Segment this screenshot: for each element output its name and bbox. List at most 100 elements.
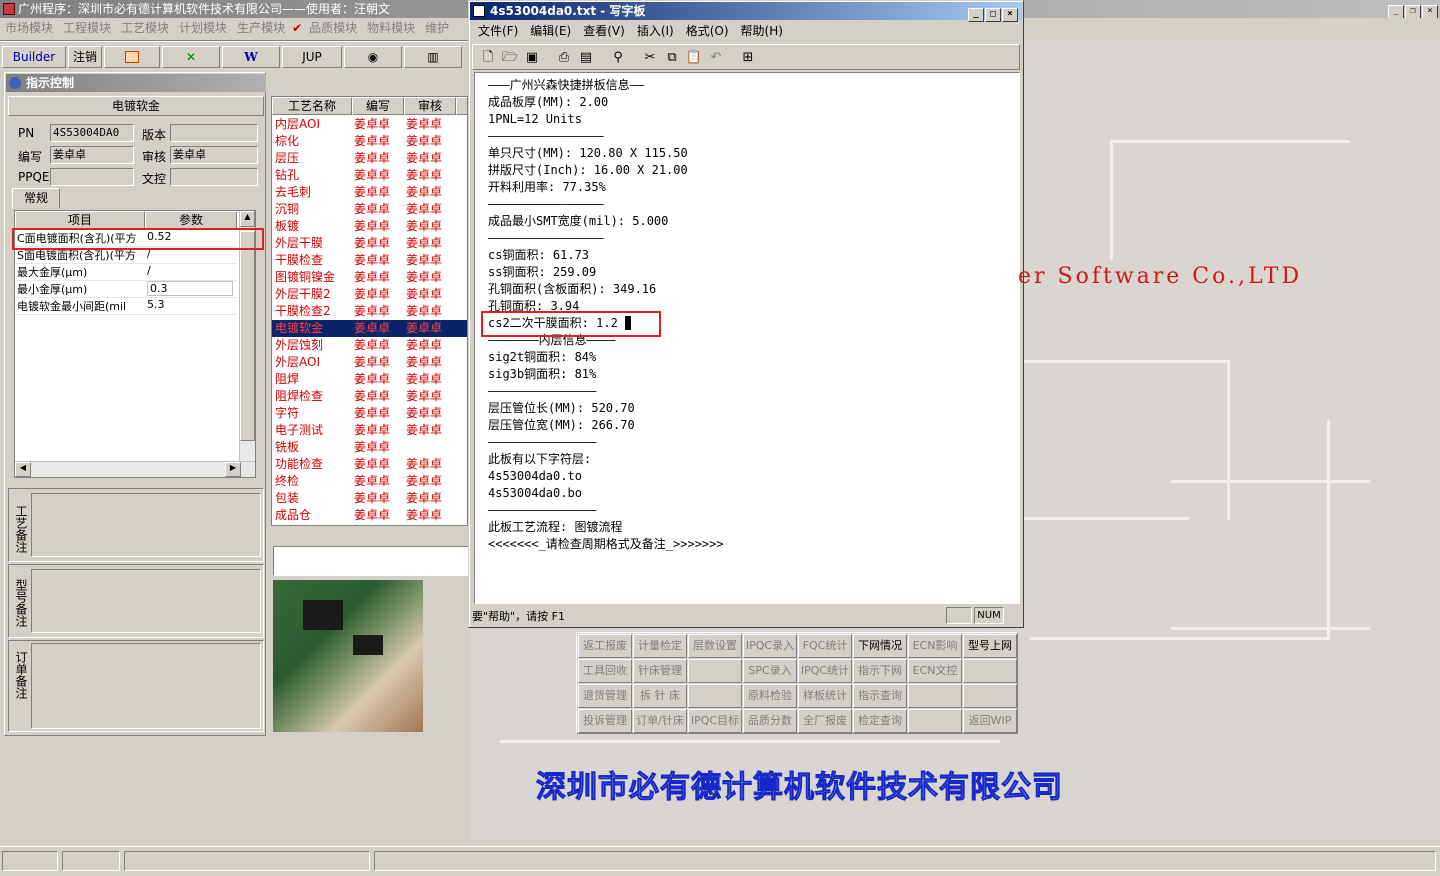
grid-hscrollbar[interactable]: ◀ ▶ [15, 461, 255, 477]
process-row[interactable]: 板镀 姜卓卓 姜卓卓 [272, 218, 467, 235]
cut-icon[interactable]: ✂ [639, 47, 661, 69]
grid-function-button[interactable]: 返回WIP [963, 709, 1017, 733]
grid-function-button[interactable]: 工具回收 [578, 659, 632, 683]
grid-row[interactable]: 最小金厚(μm) 0.3 [15, 281, 237, 298]
process-row[interactable]: 外层干膜2 姜卓卓 姜卓卓 [272, 286, 467, 303]
process-row[interactable]: 内层AOI 姜卓卓 姜卓卓 [272, 116, 467, 133]
doc-control-field[interactable] [170, 168, 258, 186]
grid-function-button[interactable]: 层数设置 [688, 634, 742, 658]
grid-function-button[interactable]: 指示查询 [853, 684, 907, 708]
col-header-process[interactable]: 工艺名称 [272, 97, 352, 115]
process-row[interactable]: 钻孔 姜卓卓 姜卓卓 [272, 167, 467, 184]
grid-row[interactable]: 电镀软金最小间距(mil 5.3 [15, 298, 237, 315]
restore-button[interactable]: ❐ [1405, 5, 1421, 19]
close-button[interactable]: × [1422, 5, 1438, 19]
wp-maximize-button[interactable]: □ [985, 8, 1001, 22]
grid-param-input[interactable]: 0.3 [147, 281, 233, 296]
wp-menu-insert[interactable]: 插入(I) [631, 22, 680, 40]
grid-function-button[interactable]: 指示下网 [853, 659, 907, 683]
insert-object-icon[interactable]: ⊞ [737, 47, 759, 69]
process-row[interactable]: 终检 姜卓卓 姜卓卓 [272, 473, 467, 490]
order-note-field[interactable] [31, 643, 261, 729]
process-row[interactable]: 外层AOI 姜卓卓 姜卓卓 [272, 354, 467, 371]
author-field[interactable]: 姜卓卓 [50, 146, 134, 164]
grid-header-item[interactable]: 项目 [15, 211, 145, 229]
tab-general[interactable]: 常规 [12, 188, 60, 208]
wp-menu-view[interactable]: 查看(V) [577, 22, 631, 40]
process-row[interactable]: 阻焊 姜卓卓 姜卓卓 [272, 371, 467, 388]
process-row[interactable]: 去毛刺 姜卓卓 姜卓卓 [272, 184, 467, 201]
col-header-author[interactable]: 编写 [352, 97, 404, 115]
menu-production[interactable]: 生产模块 [232, 18, 290, 38]
process-row[interactable]: 图镀铜镍金 姜卓卓 姜卓卓 [272, 269, 467, 286]
paste-icon[interactable]: 📋 [683, 47, 705, 69]
wp-menu-help[interactable]: 帮助(H) [735, 22, 789, 40]
pn-field[interactable]: 4S53004DA0 [50, 124, 134, 142]
process-row[interactable]: 功能检查 姜卓卓 姜卓卓 [272, 456, 467, 473]
process-row[interactable]: 外层蚀刻 姜卓卓 姜卓卓 [272, 337, 467, 354]
process-row[interactable]: 外层干膜 姜卓卓 姜卓卓 [272, 235, 467, 252]
menu-plan[interactable]: 计划模块 [174, 18, 232, 38]
bin-button[interactable]: ▥ [404, 46, 462, 68]
menu-maintenance[interactable]: 维护 [420, 18, 454, 38]
process-row[interactable]: 干膜检查 姜卓卓 姜卓卓 [272, 252, 467, 269]
print-preview-icon[interactable]: ▤ [575, 47, 597, 69]
wp-minimize-button[interactable]: _ [968, 8, 984, 22]
process-row[interactable]: 层压 姜卓卓 姜卓卓 [272, 150, 467, 167]
grid-function-button[interactable]: 检定查询 [853, 709, 907, 733]
version-field[interactable] [170, 124, 258, 142]
grid-function-button[interactable]: 退货管理 [578, 684, 632, 708]
new-file-icon[interactable]: 🗋 [477, 47, 499, 69]
process-row[interactable]: 包装 姜卓卓 姜卓卓 [272, 490, 467, 507]
grid-function-button[interactable]: IPQC录入 [743, 634, 797, 658]
col-header-review[interactable]: 审核 [404, 97, 456, 115]
process-input[interactable] [273, 546, 469, 576]
ppqe-field[interactable] [50, 168, 134, 186]
grid-function-button[interactable]: 返工报废 [578, 634, 632, 658]
open-folder-icon[interactable]: 🗁 [499, 47, 521, 69]
grid-row[interactable]: 最大金厚(μm) / [15, 264, 237, 281]
grid-function-button[interactable]: 全厂报废 [798, 709, 852, 733]
jup-button[interactable]: JUP [282, 46, 342, 68]
grid-function-button[interactable]: 拆 针 床 [633, 684, 687, 708]
grid-function-button[interactable]: ECN影响 [908, 634, 962, 658]
builder-button[interactable]: Builder [2, 46, 66, 68]
menu-quality[interactable]: 品质模块 [304, 18, 362, 38]
ppt-button[interactable] [104, 46, 160, 68]
grid-function-button[interactable]: 样板统计 [798, 684, 852, 708]
minimize-button[interactable]: _ [1388, 5, 1404, 19]
grid-function-button[interactable]: 计量检定 [633, 634, 687, 658]
grid-function-button[interactable]: 原料检验 [743, 684, 797, 708]
copy-icon[interactable]: ⧉ [661, 47, 683, 69]
save-icon[interactable]: ▣ [521, 47, 543, 69]
grid-header-param[interactable]: 参数 [145, 211, 237, 229]
wp-menu-file[interactable]: 文件(F) [472, 22, 524, 40]
wp-menu-edit[interactable]: 编辑(E) [524, 22, 577, 40]
process-row[interactable]: 铣板 姜卓卓 [272, 439, 467, 456]
menu-process[interactable]: 工艺模块 [116, 18, 174, 38]
process-note-field[interactable] [31, 493, 261, 557]
process-row[interactable]: 字符 姜卓卓 姜卓卓 [272, 405, 467, 422]
grid-scroll-thumb[interactable] [240, 231, 255, 441]
grid-function-button[interactable]: SPC录入 [743, 659, 797, 683]
review-field[interactable]: 姜卓卓 [170, 146, 258, 164]
grid-function-button[interactable]: IPQC统计 [798, 659, 852, 683]
scroll-left-icon[interactable]: ◀ [15, 462, 31, 477]
excel-button[interactable]: ✕ [162, 46, 220, 68]
wordpad-document[interactable]: ———广州兴森快捷拼板信息—— 成品板厚(MM): 2.00 1PNL=12 Uni… [474, 72, 1020, 604]
grid-function-button[interactable]: ECN文控 [908, 659, 962, 683]
process-row[interactable]: 沉铜 姜卓卓 姜卓卓 [272, 201, 467, 218]
menu-material[interactable]: 物料模块 [362, 18, 420, 38]
word-button[interactable]: W [222, 46, 280, 68]
scroll-right-icon[interactable]: ▶ [225, 462, 241, 477]
print-icon[interactable]: ⎙ [553, 47, 575, 69]
menu-engineering[interactable]: 工程模块 [58, 18, 116, 38]
wp-close-button[interactable]: × [1002, 8, 1018, 22]
process-row[interactable]: 阻焊检查 姜卓卓 姜卓卓 [272, 388, 467, 405]
process-row[interactable]: 棕化 姜卓卓 姜卓卓 [272, 133, 467, 150]
grid-function-button[interactable]: 型号上网 [963, 634, 1017, 658]
process-row[interactable]: 成品仓 姜卓卓 姜卓卓 [272, 507, 467, 524]
process-row[interactable]: 电子测试 姜卓卓 姜卓卓 [272, 422, 467, 439]
undo-icon[interactable]: ↶ [705, 47, 727, 69]
grid-function-button[interactable]: 订单/针床 [633, 709, 687, 733]
